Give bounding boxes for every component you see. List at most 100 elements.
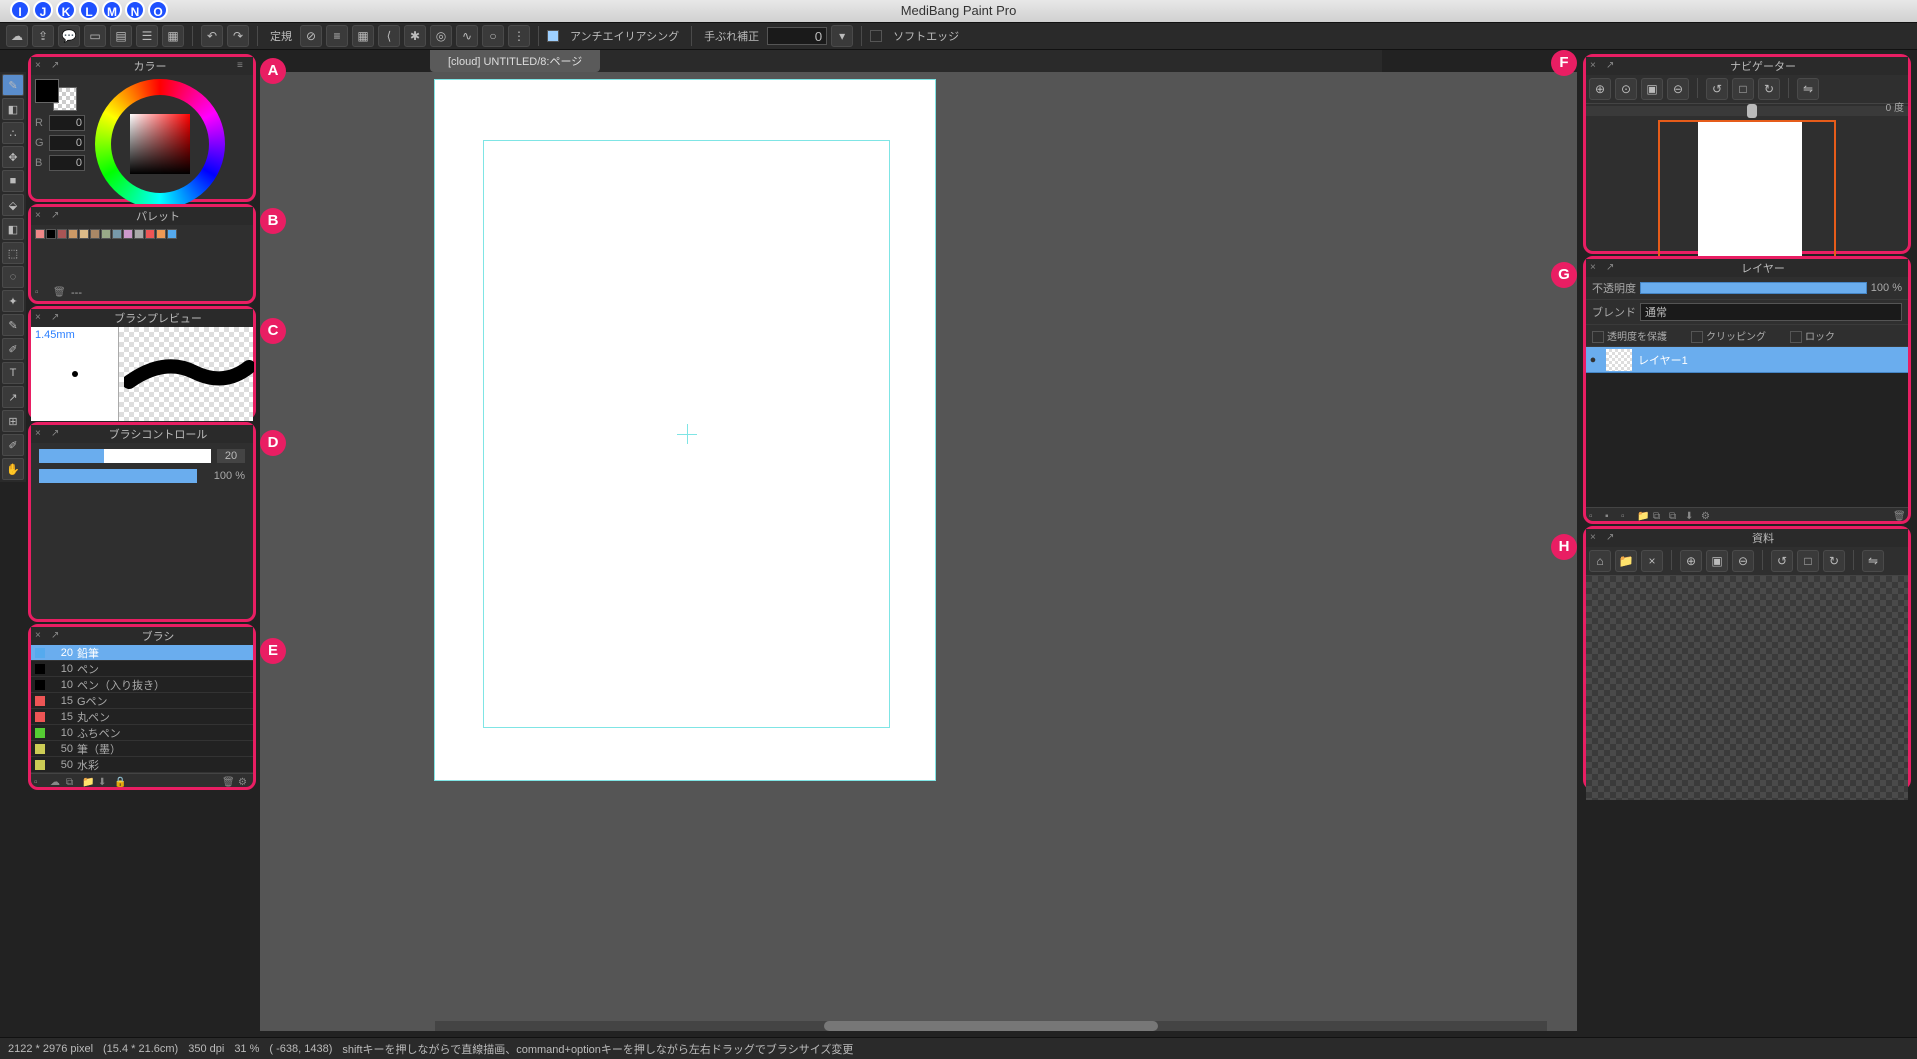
ruler-off-icon[interactable]: ⊘ [300,25,322,47]
brush-opacity-slider[interactable] [39,469,197,483]
rotate-left-icon[interactable]: ↺ [1706,78,1728,100]
palette-swatch[interactable] [57,229,67,239]
cloud-brush-icon[interactable]: ☁ [50,777,62,789]
ruler-vanish-icon[interactable]: ⟨ [378,25,400,47]
new-8bit-layer-icon[interactable]: ▫ [1621,511,1633,523]
popout-icon[interactable]: ↗ [51,210,63,222]
brush-item[interactable]: 10ふちペン [31,725,253,741]
note-icon[interactable]: ▤ [110,25,132,47]
foreground-swatch[interactable] [35,79,59,103]
navigator-thumb[interactable] [1658,120,1836,270]
dup-brush-icon[interactable]: ⧉ [66,777,78,789]
close-icon[interactable]: × [35,210,47,222]
close-icon[interactable]: × [35,630,47,642]
share-icon[interactable]: ⇪ [32,25,54,47]
popout-icon[interactable]: ↗ [1606,532,1618,544]
close-icon[interactable]: × [35,312,47,324]
softedge-check[interactable] [870,30,882,42]
visibility-icon[interactable]: ● [1586,354,1600,366]
undo-icon[interactable]: ↶ [201,25,223,47]
brush-item[interactable]: 10ペン（入り抜き） [31,677,253,693]
delete-layer-icon[interactable]: 🗑 [1893,511,1905,523]
settings-brush-icon[interactable]: ⚙ [238,777,250,789]
eraser-tool-icon[interactable]: ◧ [2,98,24,120]
palette-swatch[interactable] [145,229,155,239]
cloud-icon[interactable]: ☁ [6,25,28,47]
hand-tool-icon[interactable]: ✋ [2,458,24,480]
move-tool-icon[interactable]: ✥ [2,146,24,168]
add-swatch-icon[interactable]: ▫ [35,287,47,299]
settings-icon[interactable]: ⚙ [1701,511,1713,523]
new-layer-icon[interactable]: ▫ [1589,511,1601,523]
zoom-in-icon[interactable]: ⊕ [1589,78,1611,100]
palette-swatch[interactable] [101,229,111,239]
gradient-tool-icon[interactable]: ◧ [2,218,24,240]
color-swatch-pair[interactable] [35,79,79,109]
divide-tool-icon[interactable]: ⊞ [2,410,24,432]
brush-item[interactable]: 20鉛筆 [31,645,253,661]
shake-input[interactable] [767,27,827,45]
palette-swatch[interactable] [167,229,177,239]
ruler-more-icon[interactable]: ⋮ [508,25,530,47]
rotation-slider[interactable] [1586,106,1908,116]
select-lasso-tool-icon[interactable]: ◌ [2,266,24,288]
close-icon[interactable]: × [35,428,47,440]
grid-icon[interactable]: ▦ [162,25,184,47]
ref-folder-icon[interactable]: 📁 [1615,550,1637,572]
brush-item[interactable]: 50筆（墨） [31,741,253,757]
ref-rotate-r-icon[interactable]: ↻ [1823,550,1845,572]
popout-icon[interactable]: ↗ [51,60,63,72]
close-icon[interactable]: × [1590,262,1602,274]
reference-viewport[interactable] [1586,576,1908,800]
palette-swatch[interactable] [68,229,78,239]
antialias-check[interactable] [547,30,559,42]
palette-swatch[interactable] [156,229,166,239]
popout-icon[interactable]: ↗ [51,428,63,440]
brush-item[interactable]: 50水彩 [31,757,253,773]
layer-item[interactable]: ● レイヤー1 [1586,347,1908,373]
chat-icon[interactable]: ▭ [84,25,106,47]
brush-item[interactable]: 15Gペン [31,693,253,709]
b-input[interactable] [49,155,85,171]
canvas-hscrollbar[interactable] [435,1021,1547,1031]
palette-swatch[interactable] [134,229,144,239]
ref-zoom-in-icon[interactable]: ⊕ [1680,550,1702,572]
ref-fit-icon[interactable]: ▣ [1706,550,1728,572]
brush-size-slider[interactable] [39,449,211,463]
text-tool-icon[interactable]: T [2,362,24,384]
ref-rotate-l-icon[interactable]: ↺ [1771,550,1793,572]
clipping-icon[interactable]: ⧉ [1653,511,1665,523]
ruler-parallel-icon[interactable]: ≡ [326,25,348,47]
ruler-ellipse-icon[interactable]: ○ [482,25,504,47]
color-square[interactable] [130,114,190,174]
blend-select[interactable]: 通常 [1640,303,1902,321]
delete-brush-icon[interactable]: 🗑 [222,777,234,789]
protect-alpha-check[interactable]: 透明度を保護 [1592,328,1667,343]
list-icon[interactable]: ☰ [136,25,158,47]
ref-close-icon[interactable]: × [1641,550,1663,572]
brush-item[interactable]: 10ペン [31,661,253,677]
g-input[interactable] [49,135,85,151]
zoom-out-icon[interactable]: ⊖ [1667,78,1689,100]
delete-swatch-icon[interactable]: 🗑 [53,287,65,299]
canvas-paper[interactable] [435,80,935,780]
ref-home-icon[interactable]: ⌂ [1589,550,1611,572]
select-erase-tool-icon[interactable]: ✐ [2,338,24,360]
select-pen-tool-icon[interactable]: ✎ [2,314,24,336]
ref-rotate-reset-icon[interactable]: □ [1797,550,1819,572]
brush-size-value[interactable]: 20 [217,449,245,463]
document-tab[interactable]: [cloud] UNTITLED/8:ページ [430,50,600,72]
ruler-curve-icon[interactable]: ∿ [456,25,478,47]
ruler-cross-icon[interactable]: ▦ [352,25,374,47]
comment-icon[interactable]: 💬 [58,25,80,47]
select-rect-tool-icon[interactable]: ⬚ [2,242,24,264]
brush-item[interactable]: 15丸ペン [31,709,253,725]
popout-icon[interactable]: ↗ [1606,60,1618,72]
clipping-check[interactable]: クリッピング [1691,328,1766,343]
ruler-circle-icon[interactable]: ◎ [430,25,452,47]
rotate-reset-icon[interactable]: □ [1732,78,1754,100]
dot-tool-icon[interactable]: ∴ [2,122,24,144]
new-color-layer-icon[interactable]: ▪ [1605,511,1617,523]
r-input[interactable] [49,115,85,131]
merge-icon[interactable]: ⬇ [1685,511,1697,523]
